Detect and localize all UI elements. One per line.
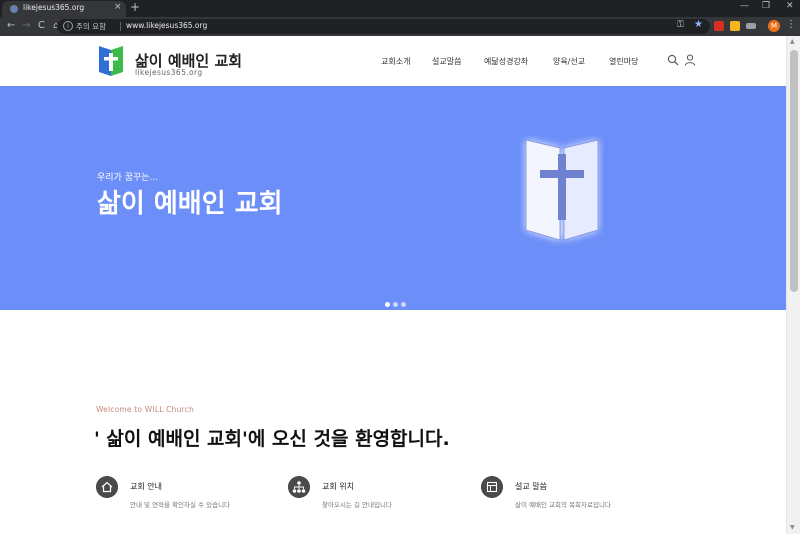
book-icon [481,476,503,498]
feature-desc: 안내 및 연혁을 확인하실 수 있습니다 [130,501,231,509]
feature-desc: 삶이 예배인 교회의 목회자료입니다 [515,501,611,509]
key-icon[interactable]: ⚿ [677,20,684,30]
bookmark-star-icon[interactable]: ★ [694,19,703,30]
reload-icon[interactable]: C [38,20,45,32]
feature-church-info[interactable]: 교회 안내 안내 및 연혁을 확인하실 수 있습니다 [96,476,296,516]
hero-kicker: 우리가 꿈꾸는... [97,173,159,183]
scroll-down-icon[interactable]: ▼ [790,524,795,531]
info-icon[interactable]: i [63,21,73,31]
tab-strip: likejesus365.org × + — ❐ ✕ [0,0,800,17]
menu-item-church-intro[interactable]: 교회소개 [381,56,410,67]
new-tab-button[interactable]: + [130,0,140,14]
welcome-title: ' 삶이 예배인 교회'에 오신 것을 환영합니다. [94,428,450,450]
browser-menu-icon[interactable]: ⋮ [786,19,796,30]
profile-avatar[interactable]: M [768,20,780,32]
menu-item-open-board[interactable]: 열린마당 [609,56,638,67]
hero-title: 삶이 예배인 교회 [97,189,283,219]
security-label[interactable]: 주의 요함 [76,21,106,32]
address-bar[interactable]: i 주의 요함 www.likejesus365.org ⚿ ★ [57,19,710,34]
hero-banner: 우리가 꿈꾸는... 삶이 예배인 교회 [0,86,786,310]
restore-icon[interactable]: ❐ [762,1,770,11]
browser-tab[interactable]: likejesus365.org × [2,1,126,17]
feature-title: 교회 위치 [322,482,354,491]
menu-item-nurture-mission[interactable]: 양육/선교 [553,56,585,67]
feature-title: 설교 말씀 [515,482,547,491]
open-book-cross-icon [525,139,599,241]
extension-puzzle-icon[interactable] [746,23,756,29]
minimize-icon[interactable]: — [740,1,749,11]
menu-item-sermons[interactable]: 설교말씀 [432,56,461,67]
close-window-icon[interactable]: ✕ [786,1,794,11]
address-divider [120,22,121,31]
scroll-thumb[interactable] [790,50,798,292]
site-header: 삶이 예배인 교회 likejesus365.org 교회소개 설교말씀 예닮성… [0,36,786,86]
user-icon[interactable] [684,54,696,66]
tab-title: likejesus365.org [23,3,85,12]
globe-icon [10,5,18,13]
church-logo-icon[interactable] [97,44,125,77]
slide-dot-2[interactable] [393,302,398,307]
slide-dot-3[interactable] [401,302,406,307]
url-text[interactable]: www.likejesus365.org [126,21,207,30]
extension-shield-icon[interactable] [714,21,724,31]
feature-title: 교회 안내 [130,482,162,491]
feature-church-location[interactable]: 교회 위치 찾아오시는 길 안내입니다 [288,476,488,516]
slide-dot-1[interactable] [385,302,390,307]
site-domain: likejesus365.org [135,68,203,77]
feature-desc: 찾아오시는 길 안내입니다 [322,501,392,509]
back-icon[interactable]: ← [7,20,15,32]
scroll-up-icon[interactable]: ▲ [790,38,795,45]
welcome-kicker: Welcome to WILL Church [96,405,194,414]
search-icon[interactable] [667,54,679,66]
browser-toolbar: ← → C ⌂ i 주의 요함 www.likejesus365.org ⚿ ★… [0,17,800,36]
feature-sermons[interactable]: 설교 말씀 삶이 예배인 교회의 목회자료입니다 [481,476,681,516]
close-tab-icon[interactable]: × [114,2,122,12]
extension-badge-icon[interactable] [730,21,740,31]
menu-item-bible-course[interactable]: 예닮성경강좌 [484,56,528,67]
sitemap-icon [288,476,310,498]
page-scrollbar[interactable]: ▲ ▼ [786,36,800,534]
home-icon [96,476,118,498]
browser-chrome: likejesus365.org × + — ❐ ✕ ← → C ⌂ i 주의 … [0,0,800,36]
forward-icon[interactable]: → [22,20,30,32]
